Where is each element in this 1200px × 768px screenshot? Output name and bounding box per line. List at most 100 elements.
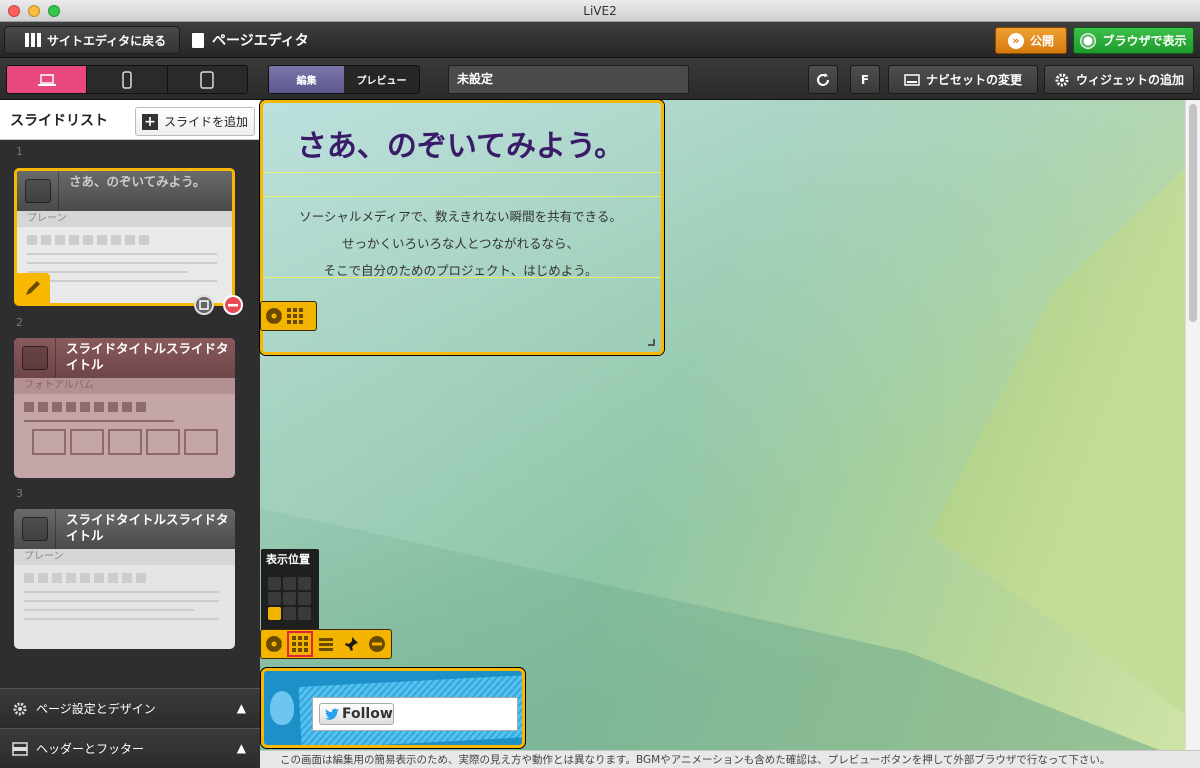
device-switcher [6,65,248,94]
slide-number: 3 [16,487,23,500]
slide-list-header: スライドリスト + スライドを追加 [0,100,260,140]
twitter-bird-mascot-icon [270,691,294,725]
minus-icon [228,304,238,307]
image-icon [146,429,180,455]
device-desktop-tab[interactable] [7,66,88,93]
add-widget-button[interactable]: ウィジェットの追加 [1044,65,1194,94]
page-settings-accordion[interactable]: ページ設定とデザイン ▲ [0,688,260,728]
position-cell[interactable] [283,592,296,605]
position-cell[interactable] [298,592,311,605]
text-widget[interactable]: さあ、のぞいてみよう。 ソーシャルメディアで、数えきれない瞬間を共有できる。 せ… [260,100,664,355]
navset-change-button[interactable]: ナビセットの変更 [888,65,1038,94]
position-cell-selected[interactable] [268,607,281,620]
gear-icon [1055,73,1069,86]
font-label: F [860,72,870,87]
chevron-up-icon: ▲ [236,741,246,755]
publish-button[interactable]: » 公開 [995,27,1067,54]
image-icon [32,429,66,455]
chevron-up-icon: ▲ [236,701,246,715]
font-button[interactable]: F [850,65,880,94]
slide-card-3[interactable]: スライドタイトルスライドタイトル プレーン [14,509,235,649]
position-panel-title: 表示位置 [266,553,310,566]
position-grid [268,577,311,620]
vertical-scrollbar[interactable] [1185,100,1200,750]
slide-title: スライドタイトルスライドタイトル [66,341,229,372]
pin-icon[interactable] [343,636,359,652]
status-field[interactable]: 未設定 [448,65,689,94]
accordion-label: ページ設定とデザイン [36,702,156,716]
sidebar: スライドリスト + スライドを追加 1 さあ、のぞいてみよう。 プレーン 2 ス… [0,100,260,768]
slide-type: フォトアルバム [14,378,235,394]
duplicate-slide-button[interactable] [194,295,214,315]
plus-icon: + [141,113,158,130]
grid-icon[interactable] [287,308,303,324]
text-icon [22,517,48,541]
position-cell[interactable] [283,607,296,620]
gear-icon[interactable] [266,636,282,652]
body-line: そこで自分のためのプロジェクト、はじめよう。 [323,263,598,278]
scrollbar-thumb[interactable] [1189,104,1197,322]
position-cell[interactable] [298,607,311,620]
device-tablet-tab[interactable] [168,66,247,93]
zoom-window-button[interactable] [48,5,60,17]
back-to-site-editor-button[interactable]: サイトエディタに戻る [4,26,180,54]
device-phone-tab[interactable] [87,66,168,93]
camera-icon [22,346,48,370]
accordion-label: ヘッダーとフッター [36,742,145,756]
remove-icon[interactable] [368,635,386,653]
slide-type: プレーン [14,549,235,565]
columns-icon [25,33,41,47]
publish-label: 公開 [1029,34,1054,48]
refresh-button[interactable] [808,65,838,94]
refresh-icon [817,72,829,86]
back-label: サイトエディタに戻る [47,33,167,48]
add-widget-label: ウィジェットの追加 [1075,73,1184,87]
slide-card-2[interactable]: スライドタイトルスライドタイトル フォトアルバム [14,338,235,478]
window-title: LiVE2 [583,4,617,18]
browser-label: ブラウザで表示 [1102,34,1187,48]
globe-icon [1080,32,1097,49]
navset-label: ナビセットの変更 [925,73,1022,87]
resize-handle[interactable] [648,339,655,346]
twitter-widget-controls [260,629,392,659]
device-toolbar [0,58,260,100]
add-slide-label: スライドを追加 [163,115,248,129]
editor-toolbar: 編集 プレビュー 未設定 F ナビセットの変更 ウィジェットの追加 [260,58,1200,100]
laptop-icon [37,73,56,86]
slide-title: スライドタイトルスライドタイトル [66,512,229,543]
slide-body: ソーシャルメディアで、数えきれない瞬間を共有できる。 せっかくいろいろな人とつな… [263,203,658,284]
position-cell[interactable] [268,592,281,605]
position-cell[interactable] [268,577,281,590]
follow-button[interactable]: Follow [319,703,394,725]
image-icon [184,429,218,455]
top-bar: サイトエディタに戻る ページエディタ » 公開 ブラウザで表示 [0,22,1200,58]
position-cell[interactable] [298,577,311,590]
add-slide-button[interactable]: + スライドを追加 [135,107,255,136]
mode-edit-tab[interactable]: 編集 [269,66,344,93]
slide-title: さあ、のぞいてみよう。 [69,174,206,189]
mode-preview-tab[interactable]: プレビュー [344,66,419,93]
body-line: ソーシャルメディアで、数えきれない瞬間を共有できる。 [299,209,622,224]
image-icon [70,429,104,455]
minimize-window-button[interactable] [28,5,40,17]
slide-list: 1 さあ、のぞいてみよう。 プレーン 2 スライドタイトルスライドタイトル フォ… [0,141,250,688]
delete-slide-button[interactable] [223,295,243,315]
phone-icon [122,70,132,89]
position-cell[interactable] [283,577,296,590]
page-title: ページエディタ [192,22,309,58]
edit-slide-button[interactable] [17,273,50,303]
position-button[interactable] [287,631,313,657]
header-footer-accordion[interactable]: ヘッダーとフッター ▲ [0,728,260,768]
close-window-button[interactable] [8,5,20,17]
layers-icon[interactable] [318,636,334,652]
mode-switcher: 編集 プレビュー [268,65,420,94]
slide-type: プレーン [17,211,232,227]
view-in-browser-button[interactable]: ブラウザで表示 [1073,27,1194,54]
duplicate-icon [199,300,209,310]
slide-number: 1 [16,145,23,158]
twitter-follow-widget[interactable]: Follow [261,668,525,748]
gear-icon[interactable] [266,308,282,324]
text-icon [25,179,51,203]
slide-card-1[interactable]: さあ、のぞいてみよう。 プレーン [14,168,235,306]
pencil-icon [26,281,40,295]
